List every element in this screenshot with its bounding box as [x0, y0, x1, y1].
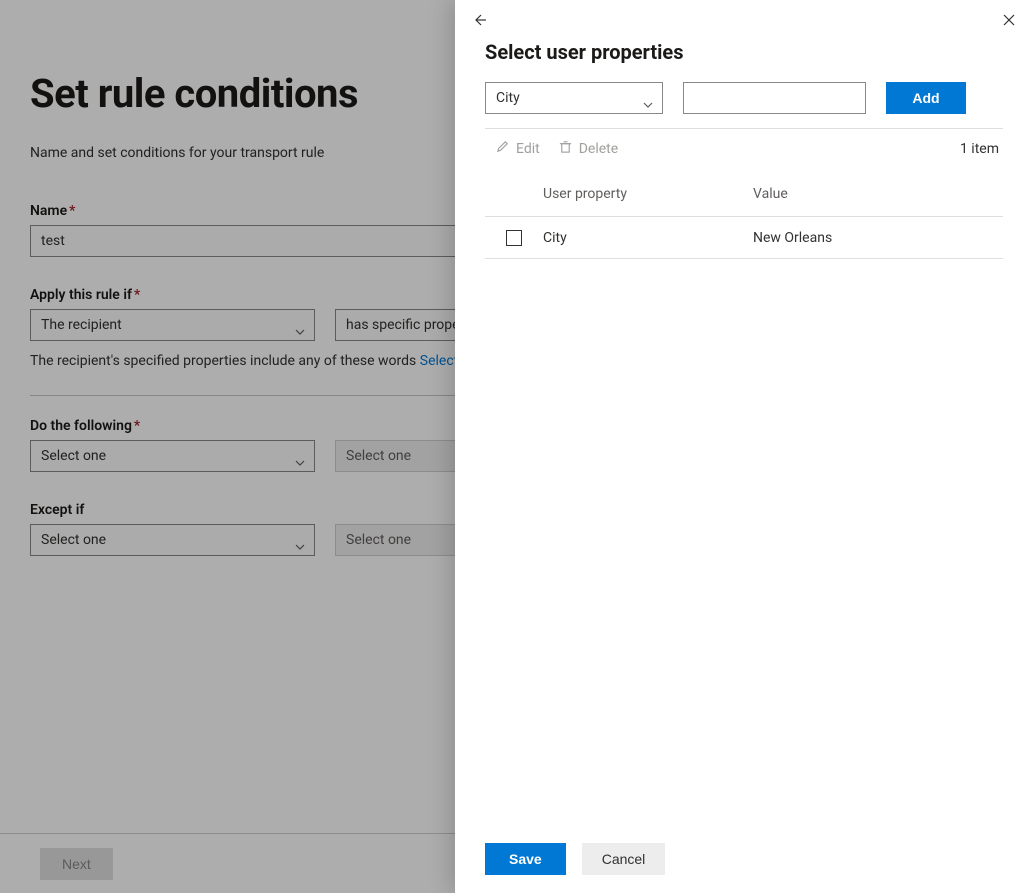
cancel-button[interactable]: Cancel: [582, 843, 666, 875]
property-value-input[interactable]: [683, 82, 866, 114]
chevron-down-icon: [294, 534, 306, 546]
item-count: 1 item: [960, 141, 999, 157]
select-user-properties-panel: Select user properties City Add: [455, 0, 1033, 893]
chevron-down-icon: [294, 450, 306, 462]
panel-footer: Save Cancel: [455, 827, 1033, 893]
save-button[interactable]: Save: [485, 843, 566, 875]
add-button[interactable]: Add: [886, 82, 966, 114]
next-button[interactable]: Next: [40, 848, 113, 880]
col-user-property: User property: [543, 186, 753, 202]
panel-divider: [485, 128, 1003, 129]
chevron-down-icon: [294, 319, 306, 331]
edit-button[interactable]: Edit: [495, 139, 540, 158]
do-action-select[interactable]: Select one: [30, 440, 315, 472]
chevron-down-icon: [642, 92, 654, 104]
trash-icon: [558, 139, 573, 158]
close-icon[interactable]: [999, 10, 1019, 30]
row-checkbox[interactable]: [506, 230, 522, 246]
panel-title: Select user properties: [485, 40, 1003, 64]
col-value: Value: [753, 186, 1003, 202]
pencil-icon: [495, 139, 510, 158]
table-row[interactable]: City New Orleans: [485, 217, 1003, 259]
table-header: User property Value: [485, 186, 1003, 217]
delete-button[interactable]: Delete: [558, 139, 618, 158]
back-icon[interactable]: [469, 10, 489, 30]
property-select[interactable]: City: [485, 82, 663, 114]
row-property: City: [543, 230, 753, 246]
row-value: New Orleans: [753, 230, 1003, 246]
apply-if-condition-select[interactable]: The recipient: [30, 309, 315, 341]
except-condition-select[interactable]: Select one: [30, 524, 315, 556]
